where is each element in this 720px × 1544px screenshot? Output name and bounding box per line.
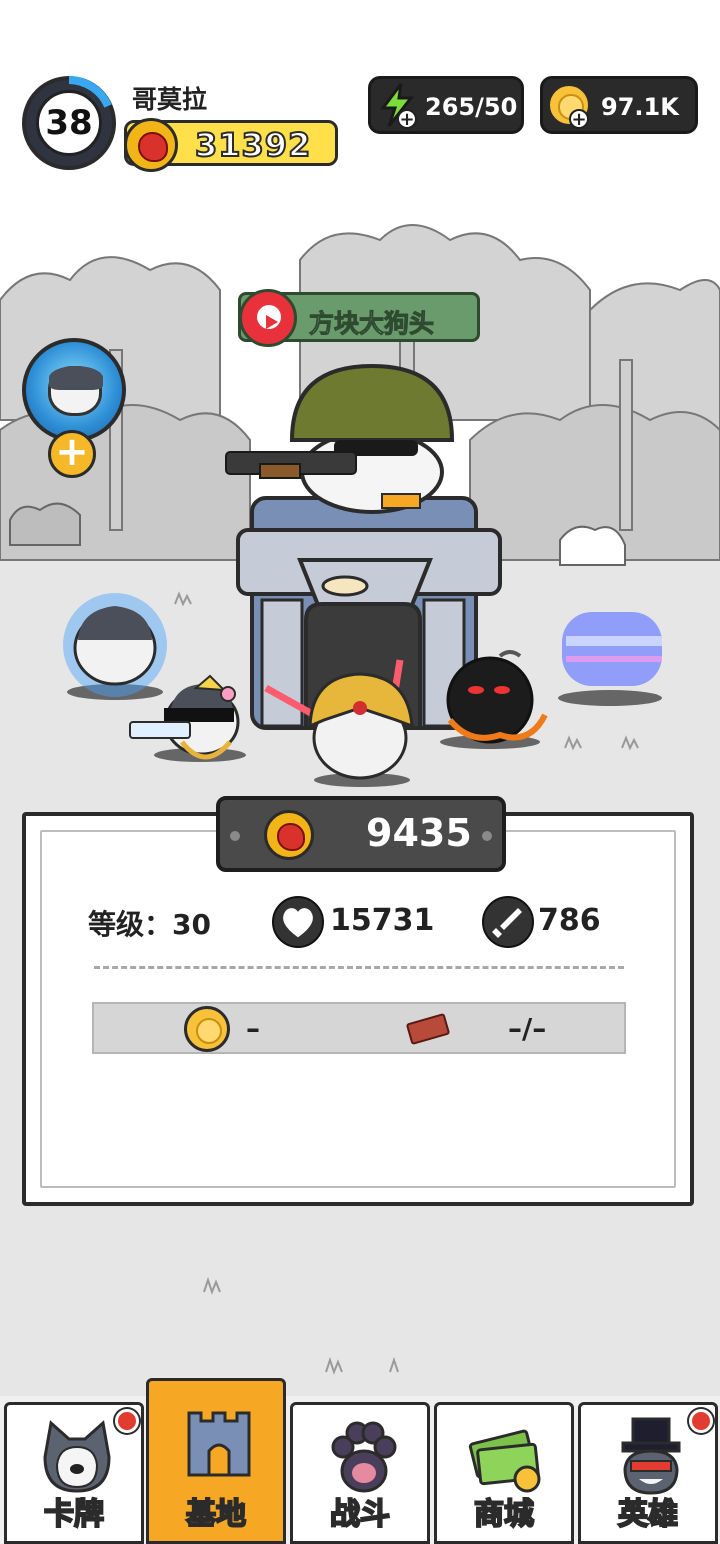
paw-icon	[331, 1421, 397, 1493]
notification-badge	[689, 1409, 713, 1433]
energy-value: 265/50	[425, 93, 518, 121]
add-coins-icon[interactable]: +	[569, 109, 589, 129]
base-power-box: 9435	[216, 796, 506, 872]
sword-icon	[482, 896, 534, 948]
tab-battle-label: 战斗	[329, 1496, 391, 1533]
attack-value: 786	[538, 903, 601, 938]
husky-card-icon	[43, 1420, 111, 1493]
add-energy-icon[interactable]: +	[397, 109, 417, 129]
coin-cost-value: –	[246, 1012, 260, 1045]
tab-heroes-label: 英雄	[617, 1496, 679, 1533]
base-power-value: 9435	[366, 811, 472, 855]
tab-base[interactable]: 基地	[146, 1378, 286, 1544]
energy-counter[interactable]: + 265/50	[368, 76, 524, 134]
brick-icon	[405, 1012, 451, 1046]
notification-badge	[115, 1409, 139, 1433]
base-level-label: 等级：30	[88, 908, 211, 941]
top-hat-dog-icon	[621, 1417, 681, 1495]
base-owner-banner[interactable]: 方块大狗头	[238, 289, 480, 347]
rivet-right	[482, 831, 492, 841]
tab-base-label: 基地	[185, 1496, 247, 1533]
soldier-dog[interactable]	[225, 363, 455, 514]
castle-icon	[187, 1411, 251, 1477]
divider	[94, 966, 624, 969]
play-triangle	[266, 315, 278, 329]
player-power-value: 31392	[194, 125, 312, 165]
tab-heroes[interactable]: 英雄	[578, 1402, 718, 1544]
tab-cards-label: 卡牌	[43, 1496, 105, 1533]
coin-counter[interactable]: + 97.1K	[540, 76, 698, 134]
tab-battle[interactable]: 战斗	[290, 1402, 430, 1544]
player-name: 哥莫拉	[132, 85, 208, 114]
tab-cards[interactable]: 卡牌	[4, 1402, 144, 1544]
heart-icon	[272, 896, 324, 948]
health-value: 15731	[330, 903, 435, 938]
money-icon	[468, 1429, 541, 1493]
player-level: 38	[36, 90, 102, 156]
glitch-dog[interactable]	[558, 612, 662, 706]
coins-value: 97.1K	[601, 93, 679, 121]
boxing-glove-icon	[264, 810, 314, 860]
husky-avatar-icon	[48, 366, 103, 416]
coin-icon	[184, 1006, 230, 1052]
boxing-glove-icon	[124, 118, 178, 172]
add-hero-button[interactable]: +	[48, 430, 96, 478]
hero-avatar[interactable]	[22, 338, 126, 442]
rivet-left	[230, 831, 240, 841]
base-owner-name: 方块大狗头	[308, 309, 435, 339]
player-level-badge[interactable]: 38	[22, 76, 116, 170]
tab-shop-label: 商城	[473, 1496, 535, 1533]
upgrade-cost-bar: – –/–	[92, 1002, 626, 1054]
tab-shop[interactable]: 商城	[434, 1402, 574, 1544]
blue-aura-dog[interactable]	[63, 593, 167, 700]
brick-cost-value: –/–	[508, 1012, 547, 1045]
